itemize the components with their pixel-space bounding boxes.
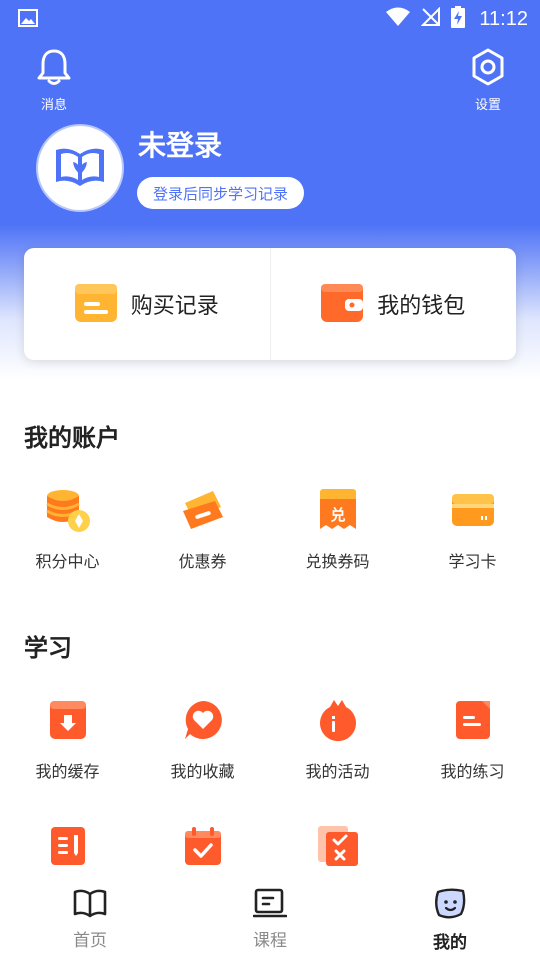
coupon-button[interactable]: 优惠券 [135, 486, 270, 572]
face-icon [433, 888, 467, 924]
redeem-code-button[interactable]: 兑 兑换券码 [270, 486, 405, 572]
activity-icon [314, 696, 362, 744]
my-practice-button[interactable]: 我的练习 [405, 696, 540, 782]
no-signal-icon [421, 6, 441, 31]
avatar[interactable] [38, 126, 122, 210]
book-sprout-logo-icon [52, 142, 108, 194]
my-activities-button[interactable]: 我的活动 [270, 696, 405, 782]
my-practice-label: 我的练习 [440, 762, 505, 781]
favorite-heart-icon [179, 696, 227, 744]
bell-icon [36, 48, 72, 90]
study-grid-row-1: 我的缓存 我的收藏 我的活动 我的练习 [0, 696, 540, 782]
practice-icon [449, 696, 497, 744]
bottom-tab-bar: 首页 课程 我的 [0, 876, 540, 960]
status-time: 11:12 [479, 7, 528, 30]
tab-home[interactable]: 首页 [0, 876, 180, 960]
tab-courses-label: 课程 [253, 931, 287, 951]
quick-actions-card: 购买记录 我的钱包 [24, 248, 516, 360]
my-favorites-label: 我的收藏 [170, 762, 235, 781]
svg-text:兑: 兑 [330, 506, 345, 524]
messages-label: 消息 [40, 98, 67, 113]
tab-courses[interactable]: 课程 [180, 876, 360, 960]
my-cache-label: 我的缓存 [35, 762, 100, 781]
wrong-questions-button[interactable] [270, 822, 405, 884]
my-favorites-button[interactable]: 我的收藏 [135, 696, 270, 782]
settings-label: 设置 [474, 98, 501, 113]
my-wallet-label: 我的钱包 [377, 294, 466, 319]
points-coins-icon [44, 486, 92, 534]
wifi-icon [385, 7, 411, 31]
redeem-code-label: 兑换券码 [305, 552, 370, 571]
purchase-records-label: 购买记录 [130, 294, 219, 319]
purchase-folder-icon [74, 282, 117, 326]
points-center-label: 积分中心 [35, 552, 100, 571]
book-icon [73, 888, 107, 922]
course-icon [252, 888, 288, 922]
redeem-code-icon: 兑 [314, 486, 362, 534]
settings-button[interactable]: 设置 [466, 48, 510, 113]
login-sync-button[interactable]: 登录后同步学习记录 [137, 177, 305, 209]
tab-mine[interactable]: 我的 [360, 876, 540, 960]
battery-charging-icon [451, 6, 466, 32]
study-grid-row-2 [0, 822, 540, 884]
account-grid: 积分中心 优惠券 兑 兑换券码 学习卡 [0, 486, 540, 572]
purchase-records-button[interactable]: 购买记录 [24, 248, 270, 360]
wallet-icon [321, 282, 364, 326]
study-card-button[interactable]: 学习卡 [405, 486, 540, 572]
download-cache-icon [44, 696, 92, 744]
settings-hexagon-icon [470, 48, 506, 90]
tab-mine-label: 我的 [433, 933, 467, 953]
check-in-button[interactable] [135, 822, 270, 884]
messages-button[interactable]: 消息 [32, 48, 76, 113]
my-activities-label: 我的活动 [305, 762, 370, 781]
study-card-label: 学习卡 [448, 552, 497, 571]
study-section-title: 学习 [24, 634, 72, 662]
gallery-notification-icon [18, 9, 38, 31]
check-calendar-icon [179, 822, 227, 870]
coupon-icon [179, 486, 227, 534]
my-wallet-button[interactable]: 我的钱包 [271, 248, 517, 360]
coupon-label: 优惠券 [178, 552, 227, 571]
notes-icon [44, 822, 92, 870]
points-center-button[interactable]: 积分中心 [0, 486, 135, 572]
notes-button[interactable] [0, 822, 135, 884]
wrong-questions-icon [314, 822, 362, 870]
account-section-title: 我的账户 [24, 424, 120, 452]
tab-home-label: 首页 [73, 931, 107, 951]
my-cache-button[interactable]: 我的缓存 [0, 696, 135, 782]
study-card-icon [449, 486, 497, 534]
status-bar: 11:12 [0, 0, 540, 38]
username[interactable]: 未登录 [138, 124, 222, 164]
